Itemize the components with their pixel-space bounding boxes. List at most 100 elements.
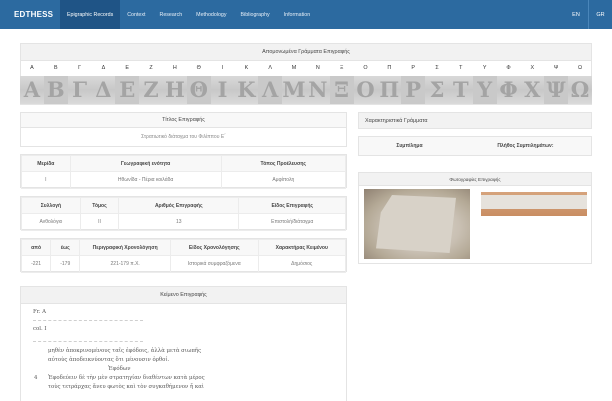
column-label: col. I [33,326,47,332]
letter-glyph-image[interactable]: Σ [425,76,449,104]
col-merida: Μερίδα [21,155,71,172]
collection-table: Συλλογή Τόμος Αριθμός Επιγραφής Είδος Επ… [20,196,347,231]
col-descriptive-dating: Περιγραφική Χρονολόγηση [79,239,172,256]
letter-glyph-image[interactable]: Υ [472,76,497,104]
alphabet-letter[interactable]: Χ [520,62,544,74]
inscription-text-title: Κείμενο Επιγραφής [20,286,347,304]
alphabet-letter[interactable]: Λ [258,62,282,74]
title-panel: Τίτλος Επιγραφής Στρατιωτικό διάταγμα το… [20,112,347,147]
letter-glyph-image[interactable]: Ε [115,76,140,104]
characteristic-letters-title: Χαρακτηριστικά Γράμματα [358,112,592,129]
alphabet-letter[interactable]: Ο [354,62,378,74]
cell-from: -221 [20,255,52,273]
alphabet-letter[interactable]: Δ [91,62,115,74]
alphabet-letter[interactable]: Η [163,62,187,74]
cell-to: -179 [50,255,81,273]
col-ligature: Συμπίλημα [359,137,460,155]
cell-collection: Ανθολόγιο [21,213,81,231]
brand-logo[interactable]: EDTHESS [14,10,60,19]
cell-geographic-unit: Ηθωνίδα - Πέρια κοιλάδα [69,171,222,189]
lang-en-link[interactable]: EN [564,0,588,29]
alphabet-letter[interactable]: Ω [568,62,592,74]
top-navbar: EDTHESS Epigraphic Records Context Resea… [0,0,612,29]
letter-glyph-image[interactable]: Χ [520,76,544,104]
nav-research[interactable]: Research [153,0,190,29]
letter-glyph-image[interactable]: Β [43,76,68,104]
alphabet-letter[interactable]: Ψ [544,62,568,74]
cell-volume: ΙΙ [79,213,120,231]
letter-glyph-image[interactable]: Ο [354,76,378,104]
dating-table: από έως Περιγραφική Χρονολόγηση Είδος Χρ… [20,238,347,273]
letter-image-strip: ΑΒΓΔΕΖΗΘΙΚΛΜΝΞΟΠΡΣΤΥΦΧΨΩ [20,76,592,104]
alphabet-letter[interactable]: Ρ [401,62,425,74]
title-value: Στρατιωτικό διάταγμα του Φιλίππου Ε΄ [141,134,226,140]
letter-glyph-image[interactable]: Δ [91,76,115,104]
alphabet-letter[interactable]: Ζ [139,62,163,74]
inscription-photo-1[interactable] [364,189,470,259]
title-label: Τίτλος Επιγραφής [21,113,346,128]
alphabet-letter[interactable]: Τ [449,62,473,74]
alphabet-letter[interactable]: Θ [187,62,211,74]
letter-glyph-image[interactable]: Ι [211,76,235,104]
letter-glyph-image[interactable]: Ρ [401,76,426,104]
letter-glyph-image[interactable]: Π [377,76,401,104]
alphabet-letter[interactable]: Υ [473,62,497,74]
alphabet-header-row: ΑΒΓΔΕΖΗΘΙΚΛΜΝΞΟΠΡΣΤΥΦΧΨΩ [20,62,592,74]
nav-methodology[interactable]: Methodology [189,0,233,29]
photos-title: Φωτογραφίες Επιγραφής [359,173,591,186]
letter-glyph-image[interactable]: Κ [234,76,258,104]
alphabet-letter[interactable]: Ξ [330,62,354,74]
letter-glyph-image[interactable]: Τ [449,76,473,104]
alphabet-letter[interactable]: Π [377,62,401,74]
alphabet-letter[interactable]: Σ [425,62,449,74]
letter-glyph-image[interactable]: Φ [497,76,521,104]
alphabet-letter[interactable]: Ε [115,62,139,74]
cell-merida: Ι [21,171,71,189]
letter-glyph-image[interactable]: Ω [568,76,592,104]
letter-glyph-image[interactable]: Θ [186,76,211,104]
col-inscription-number: Αριθμός Επιγραφής [118,197,240,214]
text-line-3: Ἐφόδων [108,366,131,372]
alphabet-letter[interactable]: Κ [234,62,258,74]
cell-descriptive-dating: 221-179 π.Χ. [79,255,172,273]
fragment-label: Fr. A [33,309,47,315]
alphabet-letter[interactable]: Φ [497,62,521,74]
lang-gr-link[interactable]: GR [588,0,612,29]
nav-context[interactable]: Context [120,0,152,29]
col-dating-type: Είδος Χρονολόγησης [170,239,259,256]
letter-glyph-image[interactable]: Ν [306,76,330,104]
nav-epigraphic-records[interactable]: Epigraphic Records [60,0,121,29]
alphabet-letter[interactable]: Μ [282,62,306,74]
letter-glyph-image[interactable]: Η [163,76,187,104]
col-inscription-type: Είδος Επιγραφής [238,197,346,214]
nav-bibliography[interactable]: Bibliography [234,0,277,29]
cell-inscription-number: 13 [118,213,240,231]
col-ligature-count: Πλήθος Συμπιλημάτων: [459,137,591,155]
col-volume: Τόμος [79,197,120,214]
letter-glyph-image[interactable]: Ζ [139,76,163,104]
col-to: έως [50,239,81,256]
text-line-4: Ἐφοδεύειν δὲ τὴν μὲν στρατηγίαν διαθέντω… [48,375,205,381]
characteristic-letters-label: Χαρακτηριστικά Γράμματα [365,117,428,124]
letter-glyph-image[interactable]: Λ [258,76,283,104]
col-place-of-origin: Τόπος Προέλευσης [220,155,347,172]
inscription-photo-2[interactable] [481,189,587,259]
cell-dating-type: Ιστορικά συμφραζόμενα [170,255,259,273]
inscription-text-label: Κείμενο Επιγραφής [160,292,207,298]
letter-glyph-image[interactable]: Α [20,76,44,104]
nav-information[interactable]: Information [277,0,318,29]
col-geographic-unit: Γεωγραφική ενότητα [69,155,222,172]
letter-glyph-image[interactable]: Μ [282,76,306,104]
alphabet-letter[interactable]: Ι [211,62,235,74]
col-text-character: Χαρακτήρας Κειμένου [257,239,346,256]
alphabet-letter[interactable]: Ν [306,62,330,74]
letter-glyph-image[interactable]: Ξ [329,76,354,104]
text-line-1: μηθὲν ἀποκρινομένους ταῖς ἐφόδοις, ἀλλὰ … [48,348,202,354]
line-number-4: 4 [34,375,38,381]
cell-place-of-origin: Αμφίπολη [220,171,347,189]
alphabet-letter[interactable]: Γ [68,62,92,74]
alphabet-letter[interactable]: Β [44,62,68,74]
letter-glyph-image[interactable]: Ψ [544,76,569,104]
letter-glyph-image[interactable]: Γ [68,76,92,104]
alphabet-letter[interactable]: Α [20,62,44,74]
